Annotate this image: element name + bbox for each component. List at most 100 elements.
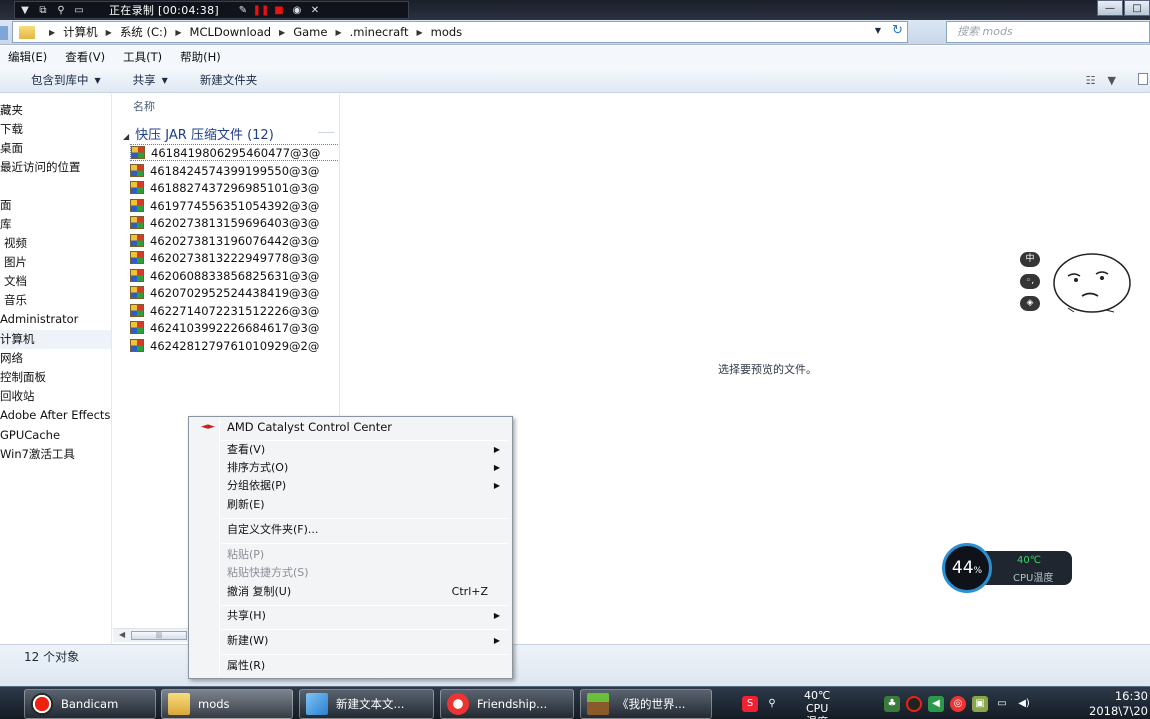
file-row[interactable]: 4620273813222949778@3@ (130, 249, 339, 266)
preview-pane-button[interactable] (1138, 73, 1148, 85)
nav-music[interactable]: 音乐 (0, 291, 111, 310)
nav-downloads[interactable]: 下载 (0, 120, 111, 139)
address-bar[interactable]: ▶ 计算机 ▶ 系统 (C:) ▶ MCLDownload ▶ Game ▶ .… (12, 21, 908, 43)
chevron-down-icon[interactable]: ▼ (1108, 74, 1116, 87)
scroll-left-icon[interactable]: ◀ (119, 630, 125, 639)
chevron-right-icon[interactable]: ▶ (416, 28, 422, 37)
nav-recent[interactable]: 最近访问的位置 (0, 158, 111, 177)
taskbar-item-minecraft[interactable]: 《我的世界... (580, 689, 712, 719)
restore-icon[interactable]: ⧉ (35, 2, 51, 18)
music-tray-icon[interactable]: ◎ (950, 696, 966, 712)
taskbar-item-friendship[interactable]: Friendship... (440, 689, 574, 719)
menu-tools[interactable]: 工具(T) (123, 49, 162, 65)
menu-item-sort[interactable]: 排序方式(O) ▶ (191, 459, 510, 477)
nav-after-effects[interactable]: Adobe After Effects (0, 406, 111, 425)
menu-item-refresh[interactable]: 刷新(E) (191, 496, 510, 514)
nav-desktop[interactable]: 桌面 (0, 139, 111, 158)
new-folder-button[interactable]: 新建文件夹 (200, 72, 258, 88)
group-header[interactable]: ◢ 快压 JAR 压缩文件 (12) (123, 124, 274, 143)
taskbar-item-bandicam[interactable]: Bandicam (24, 689, 156, 719)
nav-computer[interactable]: 计算机 (0, 330, 111, 349)
ime-skin-icon[interactable]: ◈ (1020, 296, 1040, 311)
nav-recycle-bin[interactable]: 回收站 (0, 387, 111, 406)
chevron-right-icon[interactable]: ▶ (49, 28, 55, 37)
menu-item-customize-folder[interactable]: 自定义文件夹(F)... (191, 521, 510, 539)
nav-win7-activator[interactable]: Win7激活工具 (0, 445, 111, 464)
maximize-button[interactable]: □ (1124, 0, 1150, 16)
ime-punctuation-icon[interactable]: ◦, (1020, 274, 1040, 289)
nav-gpucache[interactable]: GPUCache (0, 426, 111, 445)
breadcrumb-minecraft[interactable]: .minecraft (350, 25, 409, 39)
nav-libraries[interactable]: 库 (0, 215, 111, 234)
back-button[interactable] (0, 26, 8, 40)
people-icon[interactable]: ♣ (884, 696, 900, 712)
menu-view[interactable]: 查看(V) (65, 49, 105, 65)
menu-item-group-by[interactable]: 分组依据(P) ▶ (191, 477, 510, 495)
chevron-right-icon[interactable]: ▶ (279, 28, 285, 37)
security-icon[interactable]: ◀ (928, 696, 944, 712)
file-row[interactable]: 4622714072231512226@3@ (130, 302, 339, 319)
breadcrumb-game[interactable]: Game (293, 25, 327, 39)
taskbar-item-mods[interactable]: mods (161, 689, 293, 719)
collapse-triangle-icon[interactable]: ◢ (123, 132, 129, 141)
menu-edit[interactable]: 编辑(E) (8, 49, 47, 65)
package-icon[interactable]: ▣ (972, 696, 988, 712)
chevron-down-icon[interactable]: ▼ (875, 26, 881, 35)
file-row[interactable]: 4620702952524438419@3@ (130, 284, 339, 301)
pause-icon[interactable]: ❚❚ (253, 2, 270, 18)
nav-documents[interactable]: 文档 (0, 272, 111, 291)
nav-control-panel[interactable]: 控制面板 (0, 368, 111, 387)
column-header-name[interactable]: 名称 (133, 98, 155, 114)
menu-item-view[interactable]: 查看(V) ▶ (191, 441, 510, 459)
cpu-monitor-widget[interactable]: 44% 40℃ CPU温度 (942, 543, 1074, 593)
dropdown-icon[interactable]: ▼ (17, 2, 33, 18)
nav-desktop-root[interactable]: 面 (0, 196, 111, 215)
scrollbar-thumb[interactable]: ||| (131, 631, 187, 640)
fullscreen-icon[interactable]: ▭ (71, 2, 87, 18)
file-row[interactable]: 4624281279761010929@2@ (130, 337, 339, 354)
file-row[interactable]: 4618419806295460477@3@ (130, 144, 339, 161)
ime-mode-button[interactable]: 中 (1020, 252, 1040, 267)
nav-pictures[interactable]: 图片 (0, 253, 111, 272)
taskbar-item-notepad[interactable]: 新建文本文... (299, 689, 434, 719)
sogou-ime-icon[interactable]: S (742, 696, 758, 712)
file-row[interactable]: 4620273813196076442@3@ (130, 232, 339, 249)
breadcrumb-computer[interactable]: 计算机 (63, 24, 98, 40)
camera-icon[interactable]: ◉ (289, 2, 305, 18)
menu-item-amd-catalyst[interactable]: ◄► AMD Catalyst Control Center (191, 418, 510, 436)
menu-item-undo-copy[interactable]: 撤消 复制(U) Ctrl+Z (191, 583, 510, 601)
chevron-right-icon[interactable]: ▶ (175, 28, 181, 37)
breadcrumb-system-c[interactable]: 系统 (C:) (120, 24, 168, 40)
network-icon[interactable]: ▭ (994, 696, 1010, 712)
menu-item-share[interactable]: 共享(H) ▶ (191, 607, 510, 625)
file-row[interactable]: 4619774556351054392@3@ (130, 197, 339, 214)
system-clock[interactable]: 16:30 2018\7\20 (1078, 689, 1150, 719)
close-icon[interactable]: ✕ (307, 2, 323, 18)
pin-icon[interactable]: ⚲ (764, 696, 780, 712)
tray-cpu-temp[interactable]: 40℃ CPU温度 (804, 689, 830, 719)
pencil-icon[interactable]: ✎ (235, 2, 251, 18)
breadcrumb-mcldownload[interactable]: MCLDownload (190, 25, 272, 39)
breadcrumb-mods[interactable]: mods (431, 25, 463, 39)
menu-help[interactable]: 帮助(H) (180, 49, 221, 65)
nav-videos[interactable]: 视频 (0, 234, 111, 253)
share-button[interactable]: 共享 ▼ (133, 72, 168, 88)
file-row[interactable]: 4618827437296985101@3@ (130, 179, 339, 196)
chevron-right-icon[interactable]: ▶ (106, 28, 112, 37)
nav-favorites[interactable]: 藏夹 (0, 101, 111, 120)
record-icon[interactable] (906, 696, 922, 712)
file-row[interactable]: 4624103992226684617@3@ (130, 319, 339, 336)
nav-network[interactable]: 网络 (0, 349, 111, 368)
minimize-button[interactable]: — (1097, 0, 1123, 16)
menu-item-properties[interactable]: 属性(R) (191, 657, 510, 675)
chevron-right-icon[interactable]: ▶ (335, 28, 341, 37)
refresh-icon[interactable]: ↻ (892, 23, 903, 38)
volume-icon[interactable]: ◀) (1016, 696, 1032, 712)
nav-administrator[interactable]: Administrator (0, 310, 111, 329)
file-row[interactable]: 4618424574399199550@3@ (130, 162, 339, 179)
file-row[interactable]: 4620608833856825631@3@ (130, 267, 339, 284)
file-row[interactable]: 4620273813159696403@3@ (130, 214, 339, 231)
search-input[interactable]: 搜索 mods (946, 21, 1150, 43)
include-library-button[interactable]: 包含到库中 ▼ (31, 72, 101, 88)
menu-item-new[interactable]: 新建(W) ▶ (191, 632, 510, 650)
